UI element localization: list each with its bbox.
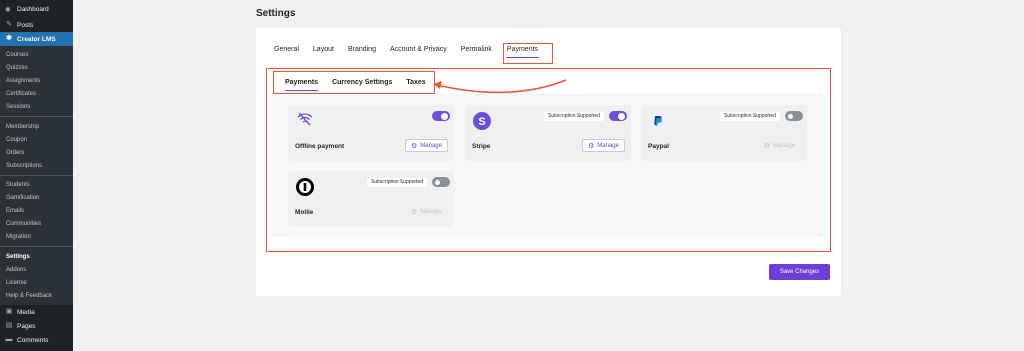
- gateway-card-offline: Offline payment ⚙ Manage: [288, 105, 454, 161]
- tab-branding[interactable]: Branding: [348, 44, 376, 58]
- sidebar-item-assignments[interactable]: Assignments: [0, 75, 73, 88]
- sidebar-item-comments[interactable]: ▬ Comments: [0, 333, 73, 347]
- subscription-badge: Subscription Supported: [367, 178, 427, 187]
- gateway-toggle[interactable]: [432, 111, 450, 121]
- gateway-toggle[interactable]: [432, 177, 450, 187]
- sidebar-item-quizzes[interactable]: Quizzes: [0, 62, 73, 75]
- svg-text:S: S: [478, 116, 485, 128]
- sidebar-item-addons[interactable]: Addons: [0, 263, 73, 276]
- sidebar-item-settings[interactable]: Settings: [0, 250, 73, 263]
- sidebar-item-emails[interactable]: Emails: [0, 205, 73, 218]
- manage-label: Manage: [773, 142, 795, 149]
- sidebar-item-label: Media: [17, 308, 35, 316]
- manage-label: Manage: [597, 142, 619, 149]
- sidebar-item-creator-lms[interactable]: ✱ Creator LMS: [0, 32, 73, 46]
- pages-icon: ▤: [5, 322, 13, 330]
- annotation-arrow: [433, 79, 567, 94]
- gateway-name: Offline payment: [295, 143, 345, 150]
- manage-button[interactable]: ⚙ Manage: [405, 205, 448, 218]
- tab-general[interactable]: General: [274, 44, 299, 58]
- subscription-badge: Subscription Supported: [544, 112, 604, 121]
- gear-icon: ⚙: [588, 142, 595, 150]
- sidebar-item-dashboard[interactable]: ◉ Dashboard: [0, 0, 73, 18]
- sidebar-divider: [0, 116, 73, 118]
- sidebar-item-label: Dashboard: [17, 5, 49, 13]
- manage-label: Manage: [420, 142, 442, 149]
- tab-account-privacy[interactable]: Account & Privacy: [390, 44, 447, 58]
- highlight-sub-tabs: [273, 71, 435, 94]
- manage-button[interactable]: ⚙ Manage: [405, 139, 448, 152]
- gateway-name: Mollie: [295, 209, 314, 216]
- sidebar-item-label: Posts: [17, 21, 34, 29]
- sidebar-item-help-feedback[interactable]: Help & Feedback: [0, 289, 73, 302]
- sidebar-item-label: Creator LMS: [17, 35, 56, 43]
- tab-permalink[interactable]: Permalink: [461, 44, 492, 58]
- subscription-badge: Subscription Supported: [720, 112, 780, 121]
- sidebar-divider: [0, 175, 73, 177]
- comments-icon: ▬: [5, 336, 13, 344]
- sidebar-item-certificates[interactable]: Certificates: [0, 88, 73, 101]
- sidebar-item-orders[interactable]: Orders: [0, 146, 73, 159]
- admin-sidebar: ◉ Dashboard ✎ Posts ✱ Creator LMS Course…: [0, 0, 73, 351]
- save-changes-button[interactable]: Save Changes: [769, 264, 830, 280]
- sidebar-item-license[interactable]: License: [0, 276, 73, 289]
- paypal-logo-icon: [648, 111, 668, 131]
- gateway-name: Stripe: [472, 143, 491, 150]
- sidebar-item-communities[interactable]: Communities: [0, 218, 73, 231]
- creator-lms-icon: ✱: [6, 35, 12, 42]
- sidebar-item-posts[interactable]: ✎ Posts: [0, 18, 73, 32]
- sidebar-item-membership[interactable]: Membership: [0, 120, 73, 133]
- sidebar-item-courses[interactable]: Courses: [0, 49, 73, 62]
- sidebar-item-media[interactable]: ▣ Media: [0, 305, 73, 319]
- page-title: Settings: [256, 8, 296, 19]
- pin-icon: ✎: [6, 21, 12, 28]
- manage-label: Manage: [420, 208, 442, 215]
- sidebar-item-label: Comments: [17, 336, 49, 344]
- sidebar-item-pages[interactable]: ▤ Pages: [0, 319, 73, 333]
- sidebar-item-coupon[interactable]: Coupon: [0, 133, 73, 146]
- mollie-logo-icon: [295, 177, 315, 197]
- gateway-name: Paypal: [648, 143, 669, 150]
- highlight-payments-tab: [503, 43, 553, 64]
- sidebar-item-label: Pages: [17, 322, 36, 330]
- sidebar-item-gamification[interactable]: Gamification: [0, 192, 73, 205]
- gateway-toggle[interactable]: [785, 111, 803, 121]
- gear-icon: ⚙: [764, 142, 771, 150]
- gear-icon: ⚙: [411, 142, 418, 150]
- gear-icon: ⚙: [411, 208, 418, 216]
- gateway-card-mollie: Subscription Supported Mollie ⚙ Manage: [288, 171, 454, 227]
- sidebar-item-sessions[interactable]: Sessions: [0, 101, 73, 114]
- wifi-icon: [295, 111, 315, 131]
- gateway-card-stripe: S Subscription Supported Stripe ⚙ Manage: [465, 105, 631, 161]
- sidebar-item-migration[interactable]: Migration: [0, 231, 73, 244]
- media-icon: ▣: [5, 308, 13, 316]
- tab-layout[interactable]: Layout: [313, 44, 334, 58]
- dashboard-icon: ◉: [5, 6, 11, 13]
- sidebar-item-students[interactable]: Students: [0, 179, 73, 192]
- manage-button[interactable]: ⚙ Manage: [582, 139, 625, 152]
- sidebar-divider: [0, 246, 73, 248]
- settings-card: General Layout Branding Account & Privac…: [256, 28, 841, 296]
- gateway-toggle[interactable]: [609, 111, 627, 121]
- sidebar-submenu: Courses Quizzes Assignments Certificates…: [0, 46, 73, 306]
- gateway-card-paypal: Subscription Supported Paypal ⚙ Manage: [641, 105, 807, 161]
- manage-button[interactable]: ⚙ Manage: [758, 139, 801, 152]
- stripe-logo-icon: S: [472, 111, 492, 131]
- sidebar-item-subscriptions[interactable]: Subscriptions: [0, 159, 73, 172]
